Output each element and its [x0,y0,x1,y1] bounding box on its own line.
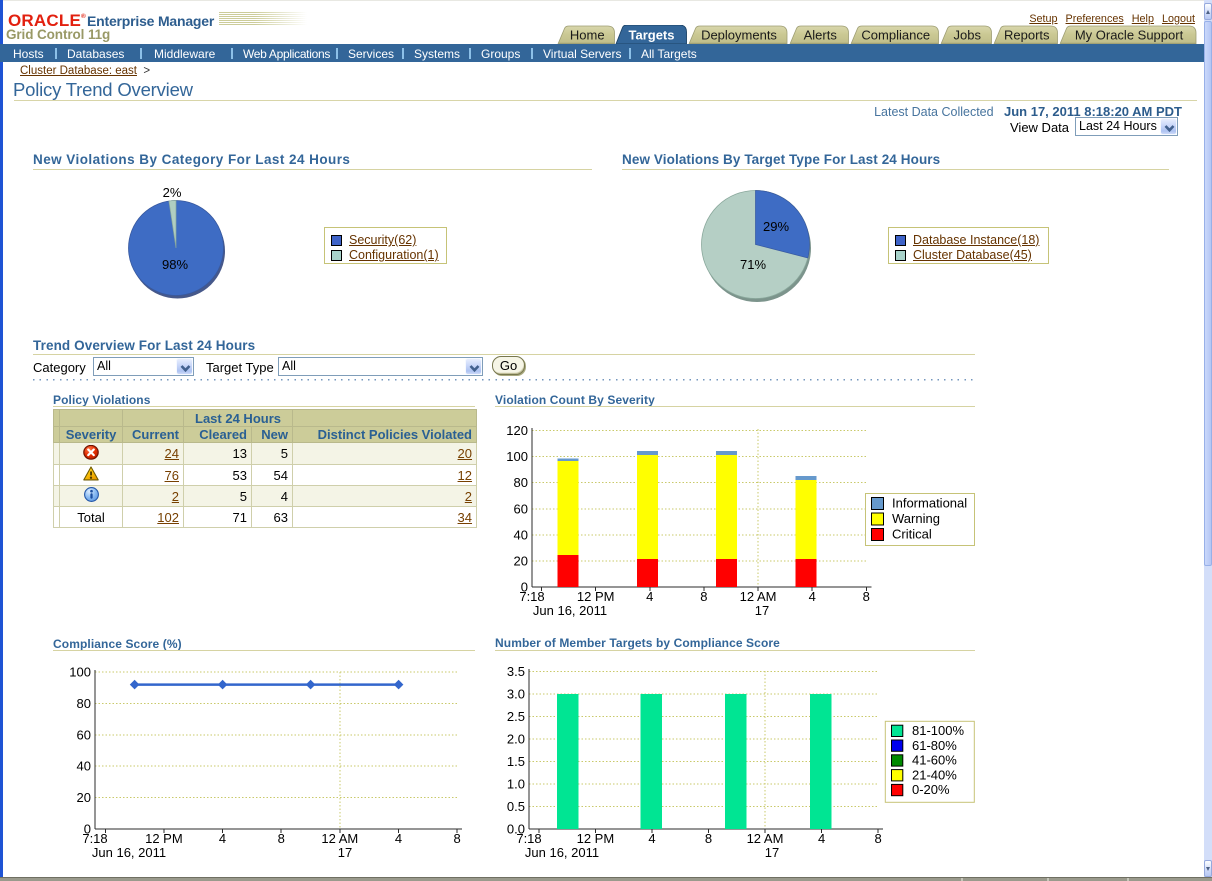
svg-text:29%: 29% [763,219,789,234]
svg-text:100: 100 [69,665,91,680]
svg-text:81-100%: 81-100% [912,723,964,738]
svg-text:0-20%: 0-20% [912,782,950,797]
svg-text:8: 8 [453,831,460,846]
svg-text:12 PM: 12 PM [577,589,615,604]
svg-text:60: 60 [514,501,528,516]
svg-text:My Oracle Support: My Oracle Support [1075,28,1184,43]
svg-text:Warning: Warning [892,511,940,526]
svg-text:12 AM: 12 AM [747,831,784,846]
svg-text:4: 4 [809,589,816,604]
svg-text:Informational: Informational [892,496,967,511]
svg-text:3.5: 3.5 [507,664,525,679]
svg-text:Jun 16, 2011: Jun 16, 2011 [533,603,607,618]
svg-text:7:18: 7:18 [82,831,107,846]
svg-text:17: 17 [755,603,769,618]
svg-text:8: 8 [874,831,881,846]
svg-text:2%: 2% [163,185,182,200]
svg-text:4: 4 [395,831,402,846]
svg-text:Reports: Reports [1004,28,1050,43]
svg-text:8: 8 [700,589,707,604]
svg-text:1.0: 1.0 [507,777,525,792]
svg-text:Alerts: Alerts [804,28,838,43]
svg-text:4: 4 [648,831,655,846]
svg-text:40: 40 [514,527,528,542]
svg-text:Critical: Critical [892,527,932,542]
svg-text:Compliance: Compliance [861,28,930,43]
svg-text:8: 8 [278,831,285,846]
svg-text:98%: 98% [162,257,188,272]
svg-text:2.0: 2.0 [507,732,525,747]
svg-text:4: 4 [219,831,226,846]
svg-text:Deployments: Deployments [701,28,777,43]
svg-text:Home: Home [570,28,605,43]
svg-text:61-80%: 61-80% [912,738,957,753]
svg-text:8: 8 [705,831,712,846]
svg-text:80: 80 [514,475,528,490]
svg-text:4: 4 [818,831,825,846]
svg-text:7:18: 7:18 [519,589,544,604]
svg-text:17: 17 [765,845,779,860]
svg-text:100: 100 [506,449,528,464]
svg-text:12 PM: 12 PM [577,831,615,846]
svg-text:8: 8 [863,589,870,604]
svg-text:12 AM: 12 AM [740,589,777,604]
svg-text:20: 20 [514,553,528,568]
svg-text:17: 17 [338,845,352,860]
svg-text:12 PM: 12 PM [145,831,183,846]
svg-text:41-60%: 41-60% [912,753,957,768]
svg-text:20: 20 [77,790,91,805]
svg-text:40: 40 [77,759,91,774]
svg-text:4: 4 [646,589,653,604]
svg-text:3.0: 3.0 [507,687,525,702]
svg-text:60: 60 [77,727,91,742]
svg-text:Targets: Targets [629,28,675,43]
svg-text:71%: 71% [740,257,766,272]
svg-text:0.5: 0.5 [507,799,525,814]
svg-text:12 AM: 12 AM [321,831,358,846]
svg-text:Jun 16, 2011: Jun 16, 2011 [92,845,166,860]
svg-text:Jun 16, 2011: Jun 16, 2011 [525,845,599,860]
svg-text:7:18: 7:18 [516,831,541,846]
svg-text:21-40%: 21-40% [912,767,957,782]
svg-text:80: 80 [77,696,91,711]
svg-text:Jobs: Jobs [954,28,982,43]
svg-text:120: 120 [506,423,528,438]
svg-text:2.5: 2.5 [507,709,525,724]
svg-text:1.5: 1.5 [507,754,525,769]
